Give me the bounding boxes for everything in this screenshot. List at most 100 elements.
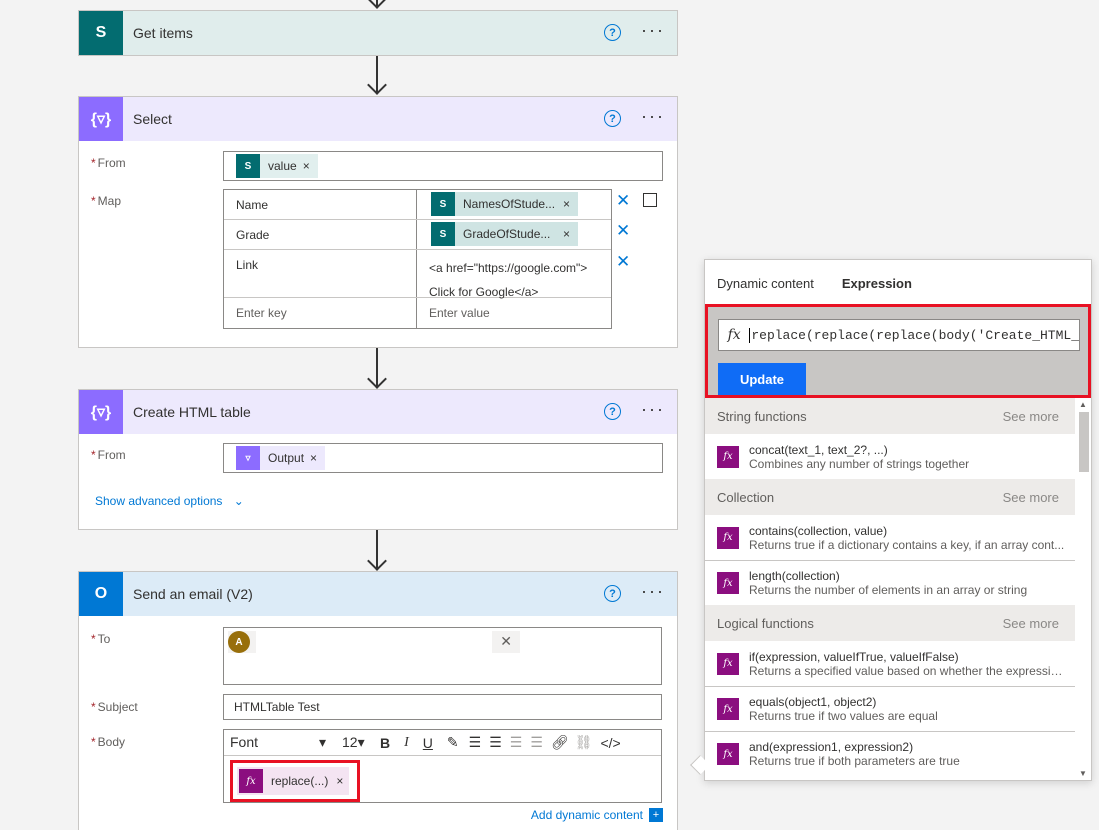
send-email-header[interactable]: O Send an email (V2) ? ··· xyxy=(79,572,677,616)
help-icon[interactable]: ? xyxy=(604,110,621,127)
dynamic-token[interactable]: S GradeOfStude... × xyxy=(431,222,579,246)
fx-icon: fx xyxy=(727,327,741,343)
send-email-card[interactable]: O Send an email (V2) ? ··· * To A ✕ * Subj… xyxy=(78,571,678,830)
function-item[interactable]: fx and(expression1, expression2) Returns… xyxy=(705,731,1075,776)
remove-recipient-icon[interactable]: ✕ xyxy=(500,633,512,650)
help-icon[interactable]: ? xyxy=(604,403,621,420)
font-size-dropdown[interactable]: 12▾ xyxy=(332,734,372,751)
update-button[interactable]: Update xyxy=(718,363,806,395)
tab-dynamic-content[interactable]: Dynamic content xyxy=(717,276,814,291)
map-value[interactable]: S GradeOfStude... × xyxy=(417,220,611,249)
remove-token-icon[interactable]: × xyxy=(336,774,343,788)
see-more-link[interactable]: See more xyxy=(1003,409,1059,424)
remove-token-icon[interactable]: × xyxy=(310,451,325,465)
function-item[interactable]: fx concat(text_1, text_2?, ...) Combines… xyxy=(705,434,1075,479)
fx-icon: fx xyxy=(239,769,263,793)
delete-row-icon[interactable]: ✕ xyxy=(616,221,630,241)
scroll-up-icon[interactable]: ▲ xyxy=(1079,400,1087,409)
value-input[interactable]: Enter value xyxy=(417,298,611,328)
help-icon[interactable]: ? xyxy=(604,585,621,602)
create-html-table-card[interactable]: {▿} Create HTML table ? ··· * From ▿ Outp… xyxy=(78,389,678,530)
indent-icon[interactable]: ☰ xyxy=(530,734,543,751)
italic-icon[interactable]: I xyxy=(404,735,409,751)
link-icon[interactable]: 🔗︎ xyxy=(551,734,569,751)
key-input[interactable]: Enter key xyxy=(224,298,417,328)
help-icon[interactable]: ? xyxy=(604,24,621,41)
see-more-link[interactable]: See more xyxy=(1003,490,1059,505)
font-dropdown[interactable]: Font ▾ xyxy=(224,734,332,751)
scrollbar[interactable]: ▲ ▼ xyxy=(1077,400,1089,778)
select-card[interactable]: {▿} Select ? ··· * From S value × * Map Na… xyxy=(78,96,678,348)
more-options-icon[interactable]: ··· xyxy=(641,400,665,418)
remove-token-icon[interactable]: × xyxy=(563,227,578,241)
map-key[interactable]: Grade xyxy=(224,220,417,249)
subject-input[interactable]: HTMLTable Test xyxy=(223,694,662,720)
more-options-icon[interactable]: ··· xyxy=(641,21,665,39)
remove-token-icon[interactable]: × xyxy=(563,197,578,211)
bullet-list-icon[interactable]: ☰ xyxy=(469,734,482,751)
dynamic-token[interactable]: S NamesOfStude... × xyxy=(431,192,579,216)
function-list: String functions See more fx concat(text… xyxy=(705,398,1075,776)
function-name: if(expression, valueIfTrue, valueIfFalse… xyxy=(749,649,959,664)
scrollbar-thumb[interactable] xyxy=(1079,412,1089,472)
show-advanced-options-link[interactable]: Show advanced options ⌄ xyxy=(95,494,244,508)
function-desc: Returns true if a dictionary contains a … xyxy=(749,537,1065,552)
highlight-icon[interactable]: ✎ xyxy=(447,734,459,751)
unlink-icon[interactable]: ⛓︎ xyxy=(575,734,593,751)
expression-input[interactable]: fx replace(replace(replace(body('Create_… xyxy=(718,319,1080,351)
map-key[interactable]: Name xyxy=(224,190,417,219)
delete-row-icon[interactable]: ✕ xyxy=(616,191,630,211)
scroll-down-icon[interactable]: ▼ xyxy=(1079,769,1087,778)
card-title: Create HTML table xyxy=(133,404,251,420)
from-field[interactable]: ▿ Output × xyxy=(223,443,663,473)
switch-mode-icon[interactable] xyxy=(643,193,657,207)
from-label: * From xyxy=(91,448,126,462)
create-html-header[interactable]: {▿} Create HTML table ? ··· xyxy=(79,390,677,434)
map-value[interactable]: <a href="https://google.com"> Click for … xyxy=(417,250,611,299)
function-name: concat(text_1, text_2?, ...) xyxy=(749,442,888,457)
from-label: * From xyxy=(91,156,126,170)
more-options-icon[interactable]: ··· xyxy=(641,107,665,125)
get-items-header[interactable]: S Get items ? ··· xyxy=(79,11,677,55)
expression-token[interactable]: fx replace(...) × xyxy=(237,767,350,795)
card-title: Select xyxy=(133,111,172,127)
rich-text-toolbar: Font ▾ 12▾ B I U ✎ ☰ ☰ ☰ ☰ 🔗︎ ⛓︎ </> xyxy=(224,730,661,756)
from-field[interactable]: S value × xyxy=(223,151,663,181)
bold-icon[interactable]: B xyxy=(380,735,390,751)
see-more-link[interactable]: See more xyxy=(1003,616,1059,631)
outlook-icon: O xyxy=(79,572,123,616)
body-editor[interactable]: Font ▾ 12▾ B I U ✎ ☰ ☰ ☰ ☰ 🔗︎ ⛓︎ </> fx r… xyxy=(223,729,662,803)
function-item[interactable]: fx equals(object1, object2) Returns true… xyxy=(705,686,1075,731)
function-name: and(expression1, expression2) xyxy=(749,740,914,754)
code-view-icon[interactable]: </> xyxy=(600,735,620,751)
function-item[interactable]: fx if(expression, valueIfTrue, valueIfFa… xyxy=(705,641,1075,686)
more-options-icon[interactable]: ··· xyxy=(641,582,665,600)
caret-down-icon: ▾ xyxy=(318,734,326,750)
add-dynamic-content-link[interactable]: Add dynamic content + xyxy=(531,808,663,822)
map-label: * Map xyxy=(91,194,122,208)
map-key[interactable]: Link xyxy=(224,250,417,297)
connector-arrow xyxy=(367,75,387,95)
underline-icon[interactable]: U xyxy=(423,735,433,751)
dynamic-token[interactable]: S value × xyxy=(236,154,318,178)
function-item[interactable]: fx length(collection) Returns the number… xyxy=(705,560,1075,605)
dynamic-token[interactable]: ▿ Output × xyxy=(236,446,326,470)
map-value[interactable]: S NamesOfStude... × xyxy=(417,190,611,219)
numbered-list-icon[interactable]: ☰ xyxy=(489,734,502,751)
select-header[interactable]: {▿} Select ? ··· xyxy=(79,97,677,141)
body-token-highlight: fx replace(...) × xyxy=(230,760,360,802)
fx-icon: fx xyxy=(717,445,739,468)
delete-row-icon[interactable]: ✕ xyxy=(616,252,630,272)
redacted-block xyxy=(256,631,492,653)
get-items-card[interactable]: S Get items ? ··· xyxy=(78,10,678,56)
remove-token-icon[interactable]: × xyxy=(303,159,318,173)
tab-expression[interactable]: Expression xyxy=(842,276,912,291)
card-title: Get items xyxy=(133,25,193,41)
to-field[interactable]: A ✕ xyxy=(223,627,662,685)
outdent-icon[interactable]: ☰ xyxy=(510,734,523,751)
map-value-line: <a href="https://google.com"> xyxy=(429,261,588,275)
function-item[interactable]: fx contains(collection, value) Returns t… xyxy=(705,515,1075,560)
recipient-token[interactable]: A ✕ xyxy=(228,631,520,653)
expression-text: replace(replace(replace(body('Create_HTM… xyxy=(749,327,1079,343)
sharepoint-icon: S xyxy=(79,11,123,55)
